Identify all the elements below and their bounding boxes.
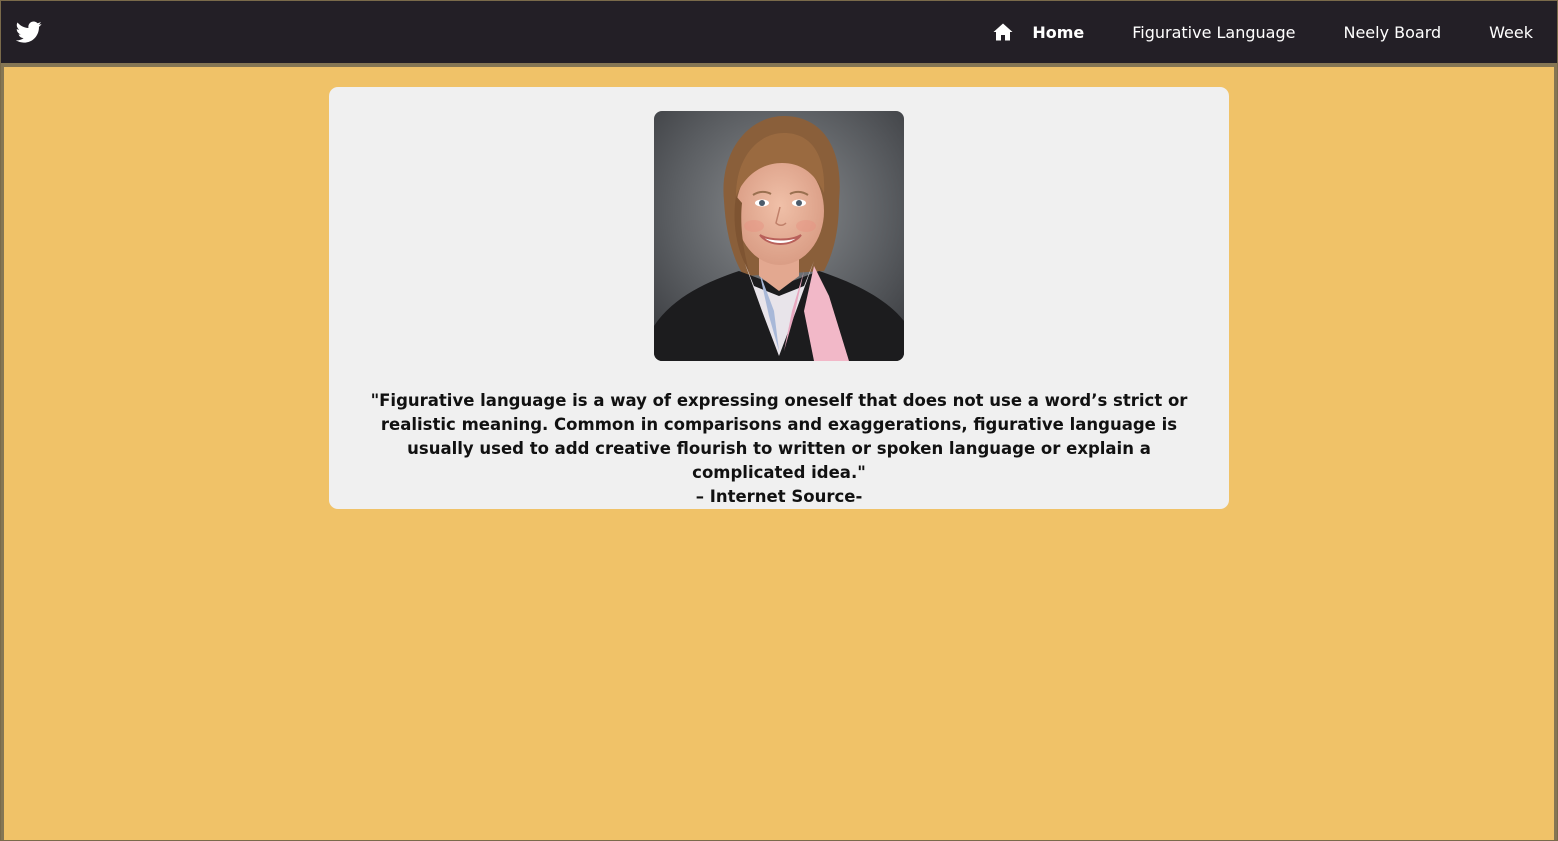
page-frame: Home Figurative Language Neely Board Wee…: [0, 0, 1558, 841]
twitter-bird-icon[interactable]: [15, 19, 42, 45]
home-icon: [993, 23, 1013, 41]
nav-item-neely-board-label: Neely Board: [1343, 22, 1442, 42]
right-border: [1554, 67, 1557, 840]
quote-block: "Figurative language is a way of express…: [359, 389, 1199, 509]
nav-item-home[interactable]: Home: [993, 23, 1084, 42]
nav-item-home-label: Home: [1032, 22, 1085, 42]
teacher-portrait-photo: [654, 111, 904, 361]
nav-links: Home Figurative Language Neely Board Wee…: [945, 1, 1533, 63]
nav-item-week-label: Week: [1489, 22, 1533, 42]
top-navbar: Home Figurative Language Neely Board Wee…: [1, 1, 1557, 63]
nav-item-figurative-language-label: Figurative Language: [1132, 22, 1296, 42]
quote-source: – Internet Source-: [695, 487, 863, 506]
nav-item-figurative-language[interactable]: Figurative Language: [1132, 23, 1295, 42]
quote-text: "Figurative language is a way of express…: [370, 391, 1188, 482]
navbar-border: [1, 63, 1557, 67]
left-border: [1, 67, 4, 840]
nav-item-week[interactable]: Week: [1489, 23, 1533, 42]
quote-card: "Figurative language is a way of express…: [329, 87, 1229, 509]
nav-item-neely-board[interactable]: Neely Board: [1343, 23, 1441, 42]
portrait-illustration: [654, 111, 904, 361]
